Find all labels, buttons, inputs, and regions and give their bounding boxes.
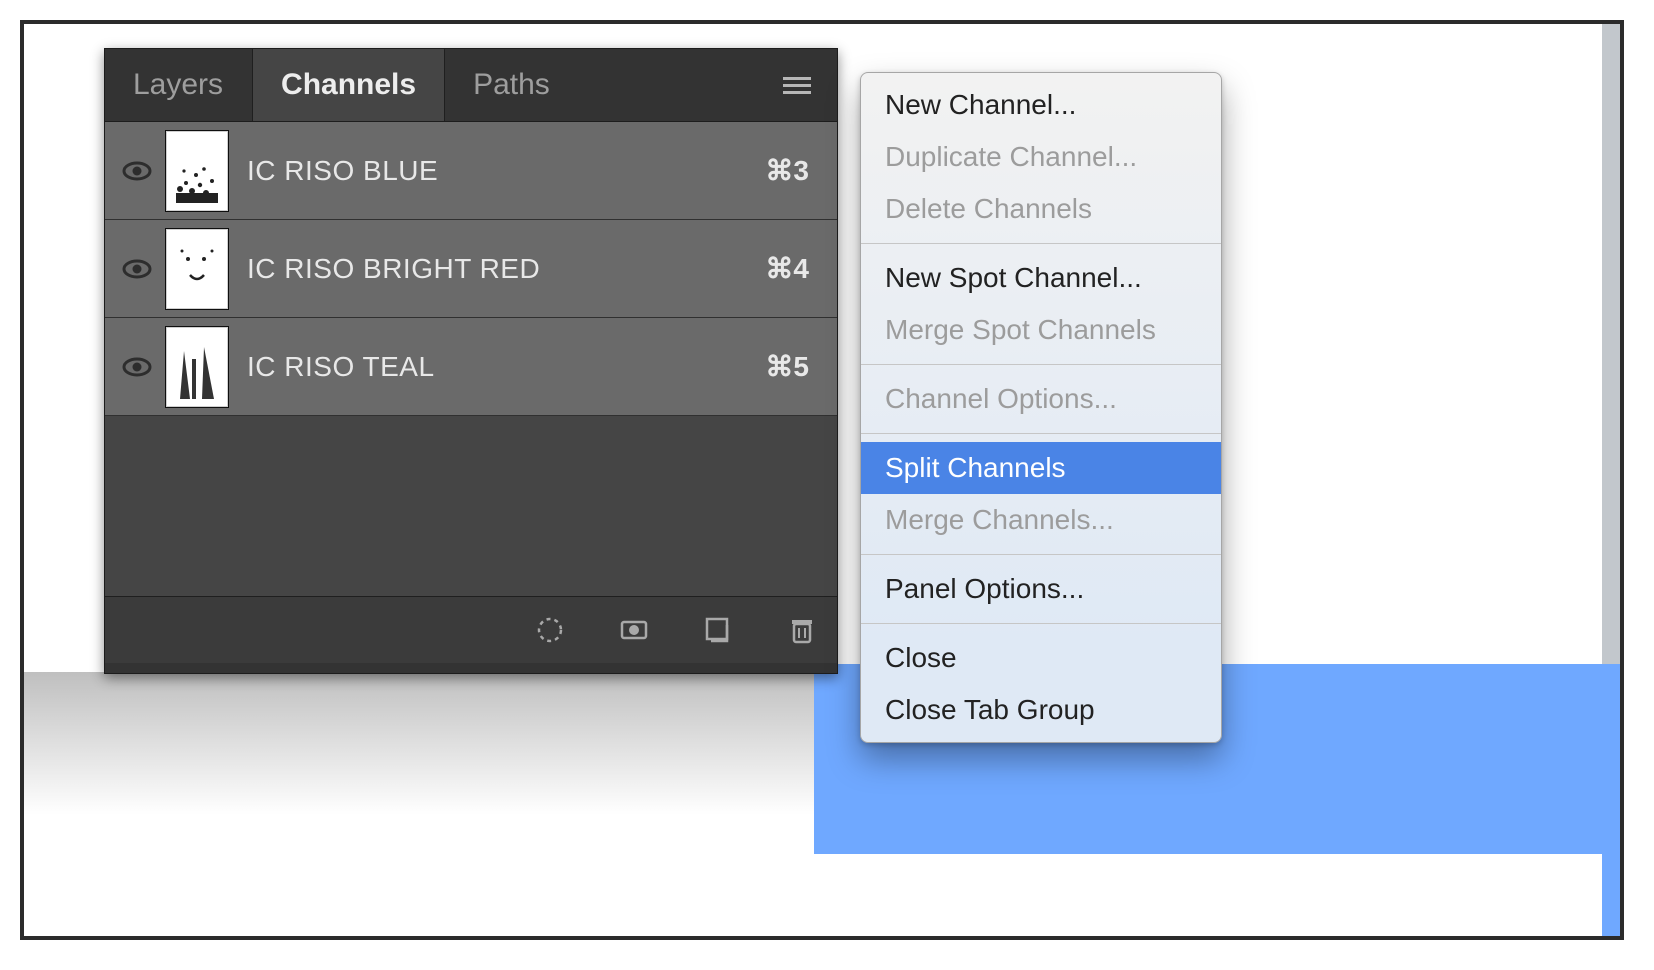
menu-separator [861, 433, 1221, 434]
channels-panel: Layers Channels Paths IC RISO BLUE [104, 48, 838, 674]
visibility-eye-icon[interactable] [115, 259, 159, 279]
channel-shortcut: ⌘5 [765, 350, 809, 383]
channel-list: IC RISO BLUE ⌘3 IC RISO BRIGHT RED ⌘4 [105, 122, 837, 596]
channel-row[interactable]: IC RISO BRIGHT RED ⌘4 [105, 220, 837, 318]
visibility-eye-icon[interactable] [115, 357, 159, 377]
menu-merge-channels: Merge Channels... [861, 494, 1221, 546]
channel-thumbnail [165, 130, 229, 212]
menu-panel-options[interactable]: Panel Options... [861, 563, 1221, 615]
channel-name: IC RISO BRIGHT RED [247, 253, 765, 285]
channel-row[interactable]: IC RISO TEAL ⌘5 [105, 318, 837, 416]
channel-list-empty-area [105, 416, 837, 596]
menu-split-channels[interactable]: Split Channels [861, 442, 1221, 494]
menu-separator [861, 243, 1221, 244]
new-channel-icon[interactable] [697, 609, 739, 651]
menu-new-spot-channel[interactable]: New Spot Channel... [861, 252, 1221, 304]
right-rail-lower [1602, 664, 1620, 936]
channel-shortcut: ⌘4 [765, 252, 809, 285]
load-selection-icon[interactable] [529, 609, 571, 651]
menu-separator [861, 554, 1221, 555]
menu-duplicate-channel: Duplicate Channel... [861, 131, 1221, 183]
save-selection-icon[interactable] [613, 609, 655, 651]
screenshot-frame: Layers Channels Paths IC RISO BLUE [20, 20, 1624, 940]
panel-flyout-menu: New Channel... Duplicate Channel... Dele… [860, 72, 1222, 743]
panel-tabs: Layers Channels Paths [105, 49, 837, 122]
channel-name: IC RISO BLUE [247, 155, 765, 187]
tab-layers[interactable]: Layers [105, 49, 252, 121]
panel-menu-icon[interactable] [769, 49, 825, 121]
channel-thumbnail [165, 326, 229, 408]
channel-row[interactable]: IC RISO BLUE ⌘3 [105, 122, 837, 220]
visibility-eye-icon[interactable] [115, 161, 159, 181]
menu-delete-channels: Delete Channels [861, 183, 1221, 235]
right-rail [1602, 24, 1620, 664]
panel-footer [105, 596, 837, 663]
menu-close[interactable]: Close [861, 632, 1221, 684]
menu-close-tab-group[interactable]: Close Tab Group [861, 684, 1221, 736]
menu-merge-spot-channels: Merge Spot Channels [861, 304, 1221, 356]
channel-thumbnail [165, 228, 229, 310]
tab-paths[interactable]: Paths [445, 49, 579, 121]
menu-channel-options: Channel Options... [861, 373, 1221, 425]
menu-new-channel[interactable]: New Channel... [861, 79, 1221, 131]
delete-channel-icon[interactable] [781, 609, 823, 651]
menu-separator [861, 623, 1221, 624]
channel-shortcut: ⌘3 [765, 154, 809, 187]
tab-channels[interactable]: Channels [252, 49, 445, 121]
menu-separator [861, 364, 1221, 365]
channel-name: IC RISO TEAL [247, 351, 765, 383]
